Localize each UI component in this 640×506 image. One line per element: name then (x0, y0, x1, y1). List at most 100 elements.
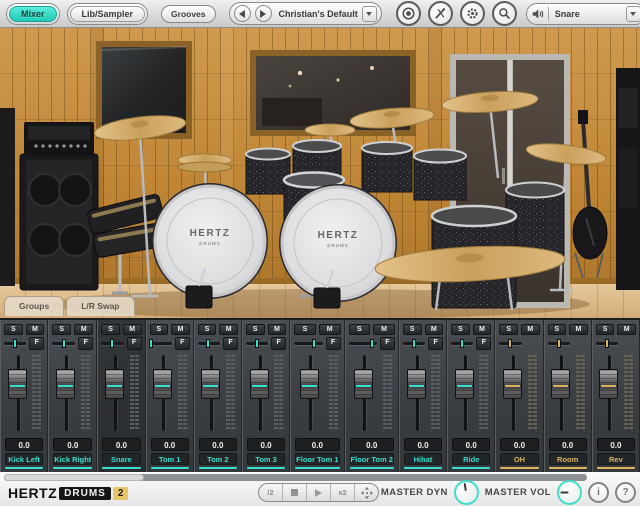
mute-button[interactable]: M (521, 324, 540, 335)
mute-button[interactable]: M (26, 324, 45, 335)
fx-button[interactable]: F (326, 337, 341, 350)
mute-button[interactable]: M (171, 324, 190, 335)
channel-db-value[interactable]: 0.0 (151, 438, 189, 451)
solo-button[interactable]: S (101, 324, 120, 335)
pan-slider[interactable] (246, 342, 268, 345)
pan-slider[interactable] (294, 342, 322, 345)
fader-handle[interactable] (8, 369, 27, 399)
mute-button[interactable]: M (74, 324, 93, 335)
fader-handle[interactable] (153, 369, 172, 399)
pan-handle[interactable] (460, 339, 464, 348)
channel-db-value[interactable]: 0.0 (404, 438, 442, 451)
channel-db-value[interactable]: 0.0 (452, 438, 490, 451)
fader-handle[interactable] (300, 369, 319, 399)
help-button[interactable]: ? (615, 482, 636, 503)
fader-handle[interactable] (551, 369, 570, 399)
channel-db-value[interactable]: 0.0 (295, 438, 339, 451)
mute-button[interactable]: M (319, 324, 341, 335)
fader-handle[interactable] (455, 369, 474, 399)
pan-handle[interactable] (13, 339, 17, 348)
half-tempo-button[interactable]: /2 (259, 484, 283, 501)
fx-button[interactable]: F (380, 337, 395, 350)
fx-button[interactable]: F (127, 337, 142, 350)
preset-prev-button[interactable] (234, 5, 251, 22)
scrollbar-thumb[interactable] (4, 474, 144, 481)
fader-handle[interactable] (201, 369, 220, 399)
pan-slider[interactable] (548, 342, 570, 345)
fx-button[interactable]: F (476, 337, 491, 350)
preset-selector[interactable]: Christian's Default (229, 2, 382, 25)
pan-slider[interactable] (52, 342, 75, 345)
instrument-selector[interactable]: Snare (526, 3, 640, 25)
channel-db-value[interactable]: 0.0 (549, 438, 587, 451)
mute-button[interactable]: M (617, 324, 636, 335)
instrument-dropdown-button[interactable] (626, 6, 640, 22)
pan-handle[interactable] (370, 339, 374, 348)
tab-mixer[interactable]: Mixer (9, 6, 57, 22)
stop-button[interactable] (283, 484, 307, 501)
channel-db-value[interactable]: 0.0 (247, 438, 285, 451)
fx-button[interactable]: F (175, 337, 190, 350)
fx-button[interactable]: F (223, 337, 238, 350)
solo-button[interactable]: S (150, 324, 169, 335)
mute-button[interactable]: M (268, 324, 287, 335)
double-tempo-button[interactable]: x2 (331, 484, 355, 501)
fx-button[interactable]: F (271, 337, 286, 350)
solo-button[interactable]: S (246, 324, 265, 335)
fader-handle[interactable] (250, 369, 269, 399)
channel-name[interactable]: Rev (597, 453, 635, 465)
channel-name[interactable]: Floor Tom 2 (350, 453, 394, 465)
splash-cymbal[interactable] (305, 124, 355, 136)
mute-button[interactable]: M (569, 324, 588, 335)
fader-handle[interactable] (105, 369, 124, 399)
tab-groups[interactable]: Groups (4, 296, 64, 316)
pan-slider[interactable] (349, 342, 377, 345)
pan-handle[interactable] (149, 339, 153, 348)
pan-slider[interactable] (4, 342, 26, 345)
pan-handle[interactable] (255, 339, 259, 348)
fx-button[interactable]: F (29, 337, 44, 350)
solo-button[interactable]: S (596, 324, 615, 335)
tab-lr-swap[interactable]: L/R Swap (66, 296, 134, 316)
mute-button[interactable]: M (219, 324, 238, 335)
pan-handle[interactable] (110, 339, 114, 348)
channel-name[interactable]: Tom 2 (199, 453, 237, 465)
solo-button[interactable]: S (349, 324, 371, 335)
master-vol-knob[interactable] (557, 480, 582, 505)
pan-slider[interactable] (198, 342, 220, 345)
kick-drum-left[interactable]: HERTZ DRUMS (152, 183, 268, 299)
move-button[interactable] (355, 484, 378, 501)
mute-button[interactable]: M (425, 324, 444, 335)
fader-handle[interactable] (354, 369, 373, 399)
master-dyn-knob[interactable] (454, 480, 479, 505)
fx-button[interactable]: F (428, 337, 443, 350)
pan-handle[interactable] (508, 339, 512, 348)
channel-db-value[interactable]: 0.0 (5, 438, 43, 451)
mute-button[interactable]: M (373, 324, 395, 335)
channel-name[interactable]: Room (549, 453, 587, 465)
channel-db-value[interactable]: 0.0 (199, 438, 237, 451)
solo-button[interactable]: S (198, 324, 217, 335)
solo-button[interactable]: S (4, 324, 23, 335)
pan-slider[interactable] (499, 342, 521, 345)
fader-handle[interactable] (599, 369, 618, 399)
drumsticks-icon[interactable] (428, 1, 453, 26)
fader-handle[interactable] (56, 369, 75, 399)
fader-handle[interactable] (503, 369, 522, 399)
solo-button[interactable]: S (403, 324, 422, 335)
channel-name[interactable]: Floor Tom 1 (295, 453, 339, 465)
search-icon[interactable] (492, 1, 517, 26)
channel-name[interactable]: Kick Left (5, 453, 43, 465)
rack-tom-3[interactable] (362, 142, 412, 192)
channel-db-value[interactable]: 0.0 (350, 438, 394, 451)
pan-handle[interactable] (62, 339, 66, 348)
solo-button[interactable]: S (52, 324, 71, 335)
channel-db-value[interactable]: 0.0 (102, 438, 140, 451)
pan-slider[interactable] (451, 342, 473, 345)
tab-lib-sampler[interactable]: Lib/Sampler (70, 6, 146, 22)
gear-icon[interactable] (460, 1, 485, 26)
solo-button[interactable]: S (548, 324, 567, 335)
solo-button[interactable]: S (294, 324, 316, 335)
fader-handle[interactable] (407, 369, 426, 399)
channel-name[interactable]: Tom 3 (247, 453, 285, 465)
